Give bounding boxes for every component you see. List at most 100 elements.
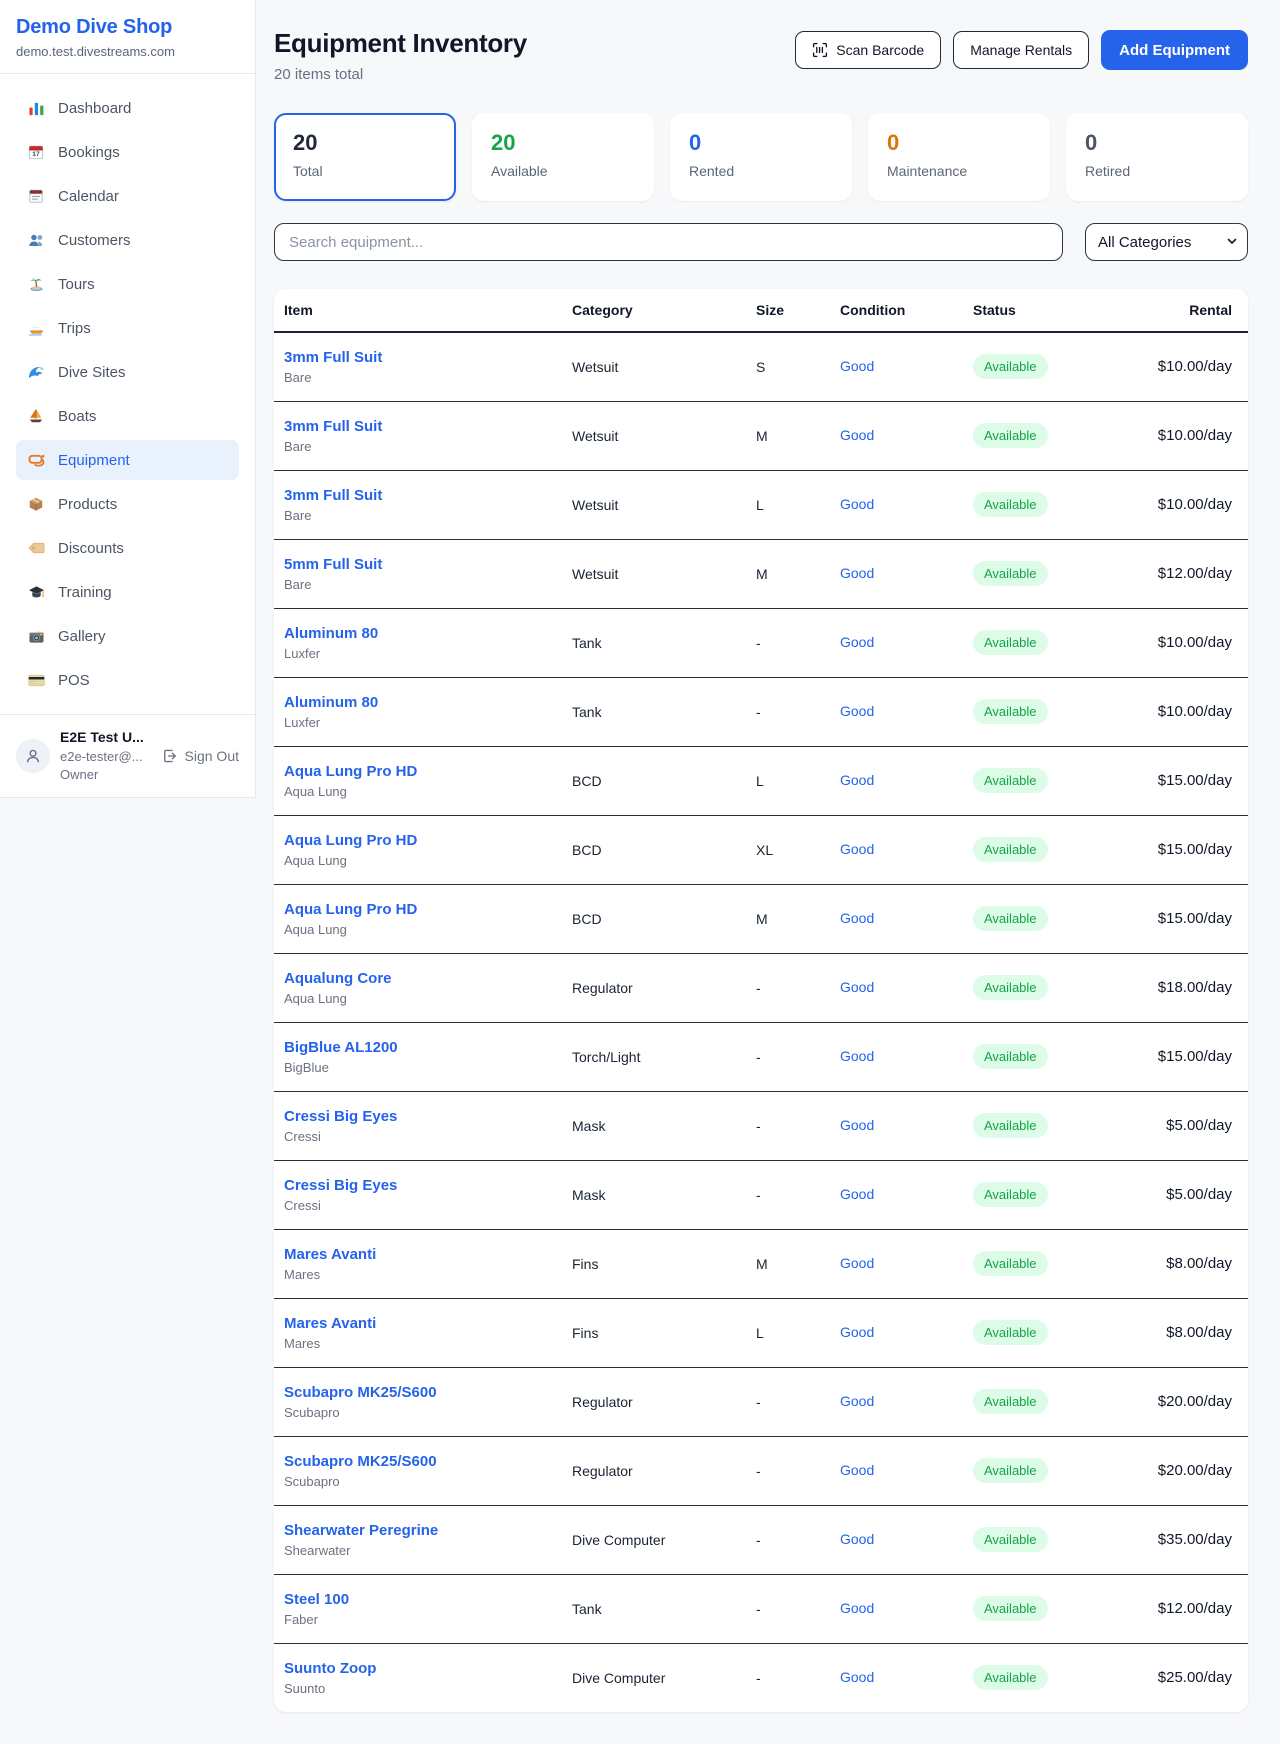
item-rental: $18.00/day (1113, 953, 1248, 1022)
item-category: Wetsuit (562, 470, 746, 539)
sidebar-item-boats[interactable]: Boats (16, 396, 239, 436)
condition-link[interactable]: Good (840, 565, 874, 581)
equipment-table-body: 3mm Full Suit Bare Wetsuit S Good Availa… (274, 332, 1248, 1712)
sidebar-item-training[interactable]: Training (16, 572, 239, 612)
item-rental: $10.00/day (1113, 401, 1248, 470)
item-name-link[interactable]: Shearwater Peregrine (284, 1522, 554, 1539)
condition-link[interactable]: Good (840, 1600, 874, 1616)
sidebar-item-discounts[interactable]: Discounts (16, 528, 239, 568)
condition-link[interactable]: Good (840, 358, 874, 374)
category-select[interactable]: All Categories (1085, 223, 1248, 261)
item-name-link[interactable]: Aqua Lung Pro HD (284, 763, 554, 780)
condition-link[interactable]: Good (840, 703, 874, 719)
status-badge: Available (973, 906, 1048, 931)
sidebar-item-gallery[interactable]: Gallery (16, 616, 239, 656)
item-category: Tank (562, 1574, 746, 1643)
add-equipment-button[interactable]: Add Equipment (1101, 30, 1248, 70)
stat-label-retired: Retired (1085, 163, 1229, 179)
item-name-link[interactable]: 3mm Full Suit (284, 418, 554, 435)
item-name-link[interactable]: Aqua Lung Pro HD (284, 901, 554, 918)
item-name-link[interactable]: Steel 100 (284, 1591, 554, 1608)
status-badge: Available (973, 423, 1048, 448)
condition-link[interactable]: Good (840, 1255, 874, 1271)
item-name-link[interactable]: Mares Avanti (284, 1246, 554, 1263)
brand-block: Demo Dive Shop demo.test.divestreams.com (0, 0, 255, 73)
item-name-link[interactable]: Mares Avanti (284, 1315, 554, 1332)
item-name-link[interactable]: Scubapro MK25/S600 (284, 1384, 554, 1401)
stat-card-total[interactable]: 20 Total (274, 113, 456, 201)
condition-link[interactable]: Good (840, 1048, 874, 1064)
condition-link[interactable]: Good (840, 979, 874, 995)
condition-link[interactable]: Good (840, 1393, 874, 1409)
sidebar-item-products[interactable]: Products (16, 484, 239, 524)
item-brand: Shearwater (284, 1543, 554, 1558)
sidebar-item-equipment[interactable]: Equipment (16, 440, 239, 480)
item-size: M (746, 884, 830, 953)
condition-link[interactable]: Good (840, 910, 874, 926)
sidebar-item-calendar[interactable]: Calendar (16, 176, 239, 216)
stat-card-available[interactable]: 20 Available (472, 113, 654, 201)
item-name-link[interactable]: Suunto Zoop (284, 1660, 554, 1677)
calendar-date-icon: 17 (26, 143, 46, 161)
column-header-item: Item (274, 289, 562, 332)
condition-link[interactable]: Good (840, 427, 874, 443)
item-name-link[interactable]: Aqua Lung Pro HD (284, 832, 554, 849)
item-name-link[interactable]: Aluminum 80 (284, 625, 554, 642)
item-name-link[interactable]: Aqualung Core (284, 970, 554, 987)
sidebar-item-customers[interactable]: Customers (16, 220, 239, 260)
stat-card-retired[interactable]: 0 Retired (1066, 113, 1248, 201)
condition-link[interactable]: Good (840, 841, 874, 857)
sidebar-item-pos[interactable]: POS (16, 660, 239, 700)
column-header-rental: Rental (1113, 289, 1248, 332)
item-category: Wetsuit (562, 401, 746, 470)
item-name-link[interactable]: Cressi Big Eyes (284, 1177, 554, 1194)
item-name-link[interactable]: Scubapro MK25/S600 (284, 1453, 554, 1470)
sidebar-item-label: Trips (58, 320, 91, 337)
people-icon (26, 231, 46, 249)
item-size: - (746, 953, 830, 1022)
condition-link[interactable]: Good (840, 1324, 874, 1340)
item-category: Dive Computer (562, 1505, 746, 1574)
sidebar-item-tours[interactable]: Tours (16, 264, 239, 304)
item-size: - (746, 608, 830, 677)
stat-card-rented[interactable]: 0 Rented (670, 113, 852, 201)
page-header: Equipment Inventory 20 items total Scan … (274, 28, 1248, 83)
condition-link[interactable]: Good (840, 1531, 874, 1547)
search-input[interactable] (274, 223, 1063, 261)
sidebar-item-dive-sites[interactable]: Dive Sites (16, 352, 239, 392)
item-rental: $10.00/day (1113, 470, 1248, 539)
item-category: Tank (562, 608, 746, 677)
wave-icon (26, 363, 46, 381)
sidebar-item-dashboard[interactable]: Dashboard (16, 88, 239, 128)
item-category: Dive Computer (562, 1643, 746, 1712)
condition-link[interactable]: Good (840, 496, 874, 512)
condition-link[interactable]: Good (840, 1117, 874, 1133)
table-row: Aluminum 80 Luxfer Tank - Good Available… (274, 608, 1248, 677)
sidebar-item-label: Gallery (58, 628, 106, 645)
condition-link[interactable]: Good (840, 1186, 874, 1202)
item-name-link[interactable]: Cressi Big Eyes (284, 1108, 554, 1125)
item-name-link[interactable]: 3mm Full Suit (284, 349, 554, 366)
condition-link[interactable]: Good (840, 1462, 874, 1478)
condition-link[interactable]: Good (840, 772, 874, 788)
item-name-link[interactable]: 3mm Full Suit (284, 487, 554, 504)
category-select-wrap: All Categories (1085, 223, 1248, 261)
sidebar-item-trips[interactable]: Trips (16, 308, 239, 348)
stat-card-maintenance[interactable]: 0 Maintenance (868, 113, 1050, 201)
manage-rentals-button[interactable]: Manage Rentals (953, 31, 1089, 69)
column-header-status: Status (963, 289, 1113, 332)
condition-link[interactable]: Good (840, 634, 874, 650)
avatar (16, 739, 50, 773)
sign-out-button[interactable]: Sign Out (162, 748, 239, 764)
condition-link[interactable]: Good (840, 1669, 874, 1685)
sidebar-item-label: Dashboard (58, 100, 131, 117)
svg-text:17: 17 (32, 151, 40, 158)
item-category: BCD (562, 815, 746, 884)
brand-name[interactable]: Demo Dive Shop (16, 16, 239, 39)
item-name-link[interactable]: Aluminum 80 (284, 694, 554, 711)
table-row: Mares Avanti Mares Fins L Good Available… (274, 1298, 1248, 1367)
scan-barcode-button[interactable]: Scan Barcode (795, 31, 941, 69)
sidebar-item-bookings[interactable]: 17 Bookings (16, 132, 239, 172)
item-name-link[interactable]: 5mm Full Suit (284, 556, 554, 573)
item-name-link[interactable]: BigBlue AL1200 (284, 1039, 554, 1056)
